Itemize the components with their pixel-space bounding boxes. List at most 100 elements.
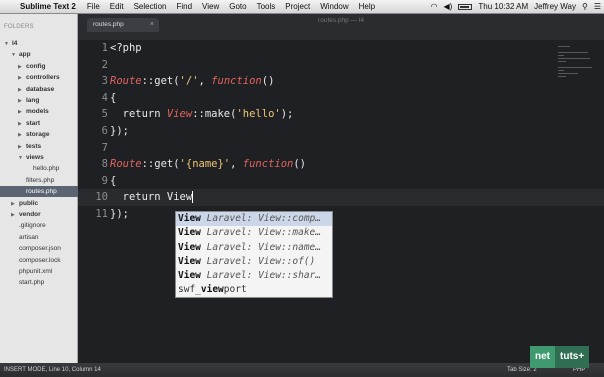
sidebar-file[interactable]: composer.json: [0, 243, 78, 254]
sidebar: FOLDERS ▼ l4 ▼ app ▶ config ▶ controllers ▶ datab…: [0, 14, 78, 363]
sidebar-folder[interactable]: ▶ models: [0, 106, 78, 117]
sidebar-folder[interactable]: ▶ public: [0, 198, 78, 209]
sidebar-file[interactable]: hello.php: [0, 163, 78, 174]
sidebar-folder[interactable]: ▶ lang: [0, 95, 78, 106]
disclosure-closed-icon[interactable]: ▶: [11, 210, 19, 221]
disclosure-open-icon[interactable]: ▼: [11, 50, 19, 61]
sidebar-folder[interactable]: ▶ database: [0, 84, 78, 95]
sidebar-item-label: tests: [26, 142, 42, 150]
sidebar-item-label: app: [19, 51, 31, 59]
sidebar-item-label: start: [26, 119, 41, 127]
code-line[interactable]: <?php: [110, 42, 142, 54]
sidebar-folder[interactable]: ▶ storage: [0, 129, 78, 140]
sidebar-item-label: routes.php: [26, 188, 57, 196]
disclosure-open-icon[interactable]: ▼: [4, 39, 12, 50]
sidebar-folder[interactable]: ▶ tests: [0, 141, 78, 152]
sidebar-file[interactable]: artisan: [0, 232, 78, 243]
sidebar-folder[interactable]: ▶ controllers: [0, 72, 78, 83]
menu-selection[interactable]: Selection: [129, 2, 172, 11]
sidebar-item-label: start.php: [19, 279, 45, 287]
disclosure-closed-icon[interactable]: ▶: [18, 142, 26, 153]
wifi-icon[interactable]: ◠: [428, 2, 441, 11]
completion-name-rest: port: [223, 284, 247, 296]
completion-name: View: [178, 255, 201, 267]
code-line[interactable]: });: [110, 208, 129, 220]
disclosure-closed-icon[interactable]: ▶: [18, 62, 26, 73]
sidebar-file[interactable]: phpunit.xml: [0, 266, 78, 277]
sidebar-file[interactable]: .gitignore: [0, 220, 78, 231]
sidebar-folder[interactable]: ▶ start: [0, 118, 78, 129]
code-line[interactable]: return View::make('hello');: [110, 108, 294, 121]
sidebar-folder[interactable]: ▼ l4: [0, 38, 78, 49]
code-line[interactable]: Route::get('/', function(): [110, 75, 274, 87]
code-token: function: [211, 75, 262, 88]
disclosure-closed-icon[interactable]: ▶: [18, 85, 26, 96]
tab-label: routes.php: [93, 21, 124, 28]
sidebar-item-label: storage: [26, 131, 50, 139]
folders-header: FOLDERS: [4, 24, 34, 30]
sidebar-folder[interactable]: ▶ vendor: [0, 209, 78, 220]
disclosure-closed-icon[interactable]: ▶: [18, 107, 26, 118]
line-number: 10: [95, 191, 108, 204]
code-line[interactable]: {: [110, 175, 116, 187]
clock[interactable]: Thu 10:32 AM: [475, 2, 531, 11]
menu-help[interactable]: Help: [354, 2, 380, 11]
menu-view[interactable]: View: [197, 2, 224, 11]
code-line[interactable]: Route::get('{name}', function(): [110, 158, 306, 170]
volume-icon[interactable]: ◀): [441, 2, 456, 11]
user-name[interactable]: Jeffrey Way: [531, 2, 579, 11]
menu-find[interactable]: Find: [171, 2, 197, 11]
battery-icon[interactable]: [455, 2, 475, 11]
menu-tools[interactable]: Tools: [252, 2, 281, 11]
disclosure-closed-icon[interactable]: ▶: [18, 130, 26, 141]
disclosure-closed-icon[interactable]: ▶: [11, 199, 19, 210]
tab-routes-php[interactable]: routes.php ×: [87, 18, 159, 32]
autocomplete-item[interactable]: View Laravel: View::shar…: [176, 269, 332, 283]
disclosure-closed-icon[interactable]: ▶: [18, 96, 26, 107]
autocomplete-item[interactable]: View Laravel: View::make…: [176, 226, 332, 240]
menu-file[interactable]: File: [82, 2, 105, 11]
spotlight-icon[interactable]: ⚲: [579, 2, 591, 11]
menu-project[interactable]: Project: [280, 2, 315, 11]
autocomplete-item[interactable]: swf_viewport: [176, 283, 332, 297]
code-token: return: [110, 108, 167, 121]
sidebar-file[interactable]: start.php: [0, 277, 78, 288]
list-icon[interactable]: ☰: [591, 2, 604, 11]
line-number: 11: [95, 208, 108, 220]
disclosure-closed-icon[interactable]: ▶: [18, 119, 26, 130]
app-menu[interactable]: Sublime Text 2: [18, 2, 82, 11]
close-icon[interactable]: ×: [150, 18, 154, 32]
sidebar-folder[interactable]: ▶ config: [0, 61, 78, 72]
sidebar-item-label: artisan: [19, 233, 39, 241]
disclosure-closed-icon[interactable]: ▶: [18, 73, 26, 84]
menu-window[interactable]: Window: [315, 2, 353, 11]
menu-edit[interactable]: Edit: [105, 2, 129, 11]
code-line[interactable]: {: [110, 92, 116, 104]
autocomplete-item[interactable]: View Laravel: View::of(): [176, 255, 332, 269]
code-token: ::get(: [141, 75, 180, 88]
status-mode: INSERT MODE, Line 10, Column 14: [4, 367, 101, 373]
sidebar-item-label: composer.json: [19, 245, 61, 253]
code-line[interactable]: });: [110, 125, 129, 137]
menu-goto[interactable]: Goto: [224, 2, 251, 11]
sidebar-item-label: config: [26, 62, 46, 70]
logo-net: net: [530, 346, 555, 368]
autocomplete-item[interactable]: View Laravel: View::name…: [176, 241, 332, 255]
sidebar-file[interactable]: composer.lock: [0, 255, 78, 266]
sidebar-file[interactable]: routes.php: [0, 186, 78, 198]
code-token: View: [166, 108, 193, 121]
code-line[interactable]: return View: [110, 191, 194, 204]
autocomplete-popup[interactable]: View Laravel: View::comp… View Laravel: V…: [175, 211, 333, 298]
line-number: 2: [101, 58, 108, 71]
completion-hint: Laravel: View::of(): [200, 255, 316, 267]
code-editor[interactable]: 1 <?php 2 3 Route::get('/', function() 4{5 re…: [78, 40, 604, 363]
completion-hint: Laravel: View::make…: [200, 227, 321, 239]
disclosure-open-icon[interactable]: ▼: [18, 153, 26, 164]
line-number: 8: [101, 158, 108, 171]
sidebar-folder[interactable]: ▼ app: [0, 49, 78, 60]
sidebar-folder[interactable]: ▼ views: [0, 152, 78, 163]
minimap[interactable]: [558, 46, 598, 86]
line-number: 6: [101, 125, 108, 137]
sidebar-file[interactable]: filters.php: [0, 175, 78, 186]
autocomplete-item[interactable]: View Laravel: View::comp…: [176, 212, 332, 227]
